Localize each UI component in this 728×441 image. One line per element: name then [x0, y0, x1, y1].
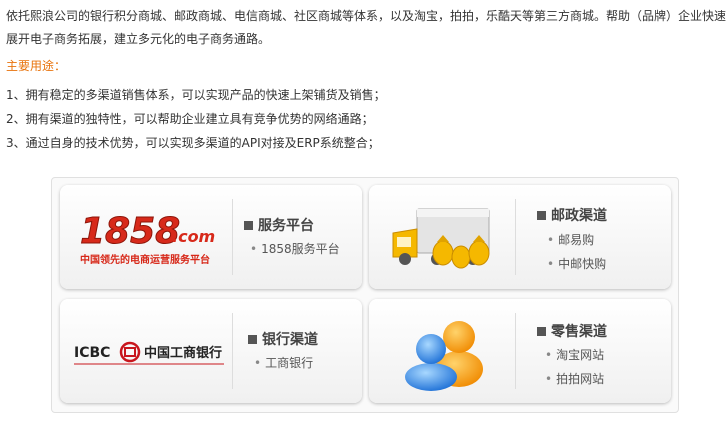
postal-channel-card[interactable]: 邮政渠道 • 邮易购 • 中邮快购	[369, 185, 671, 289]
dot-bullet-icon: •	[545, 348, 553, 362]
card-divider	[515, 313, 516, 389]
bank-link-icbc[interactable]: • 工商银行	[254, 354, 313, 371]
postal-channel-title: 邮政渠道	[537, 205, 607, 225]
postal-link-zhongyou[interactable]: • 中邮快购	[547, 255, 606, 272]
card-divider	[232, 313, 233, 389]
icbc-text: ICBC	[74, 345, 110, 361]
use-item: 2、拥有渠道的独特性，可以帮助企业建立具有竞争优势的网络通路；	[6, 112, 374, 126]
1858-logo: 1858 .com 中国领先的电商运营服务平台	[78, 205, 228, 267]
dot-bullet-icon: •	[250, 242, 258, 256]
bank-channel-card[interactable]: ICBC 中国工商银行 银行渠道 • 工商银行	[60, 299, 362, 403]
service-platform-link[interactable]: • 1858服务平台	[250, 240, 340, 257]
channels-panel: 1858 .com 中国领先的电商运营服务平台 服务平台 •1858服务平台	[51, 177, 679, 413]
postal-link-youyigou[interactable]: • 邮易购	[547, 231, 594, 248]
retail-link-paipai[interactable]: • 拍拍网站	[545, 370, 604, 387]
retail-link-taobao[interactable]: • 淘宝网站	[545, 346, 604, 363]
square-bullet-icon	[244, 221, 253, 230]
truck-icon	[387, 199, 499, 275]
use-item: 3、通过自身的技术优势，可以实现多渠道的API对接及ERP系统整合；	[6, 136, 380, 150]
use-item: 1、拥有稳定的多渠道销售体系，可以实现产品的快速上架铺货及销售；	[6, 88, 386, 102]
card-divider	[232, 199, 233, 275]
square-bullet-icon	[248, 335, 257, 344]
dot-bullet-icon: •	[547, 257, 555, 271]
icbc-logo: ICBC 中国工商银行	[74, 337, 234, 367]
main-uses-heading: 主要用途：	[6, 59, 67, 73]
icbc-cn-name: 中国工商银行	[144, 345, 222, 361]
retail-channel-title: 零售渠道	[537, 321, 607, 341]
bank-channel-title: 银行渠道	[248, 329, 318, 349]
dot-bullet-icon: •	[547, 233, 555, 247]
logo-suffix: .com	[172, 227, 215, 246]
service-platform-title: 服务平台	[244, 215, 314, 235]
retail-channel-card[interactable]: 零售渠道 • 淘宝网站 • 拍拍网站	[369, 299, 671, 403]
logo-number: 1858	[80, 211, 180, 252]
square-bullet-icon	[537, 211, 546, 220]
dot-bullet-icon: •	[545, 372, 553, 386]
dot-bullet-icon: •	[254, 356, 262, 370]
intro-paragraph: 依托熙浪公司的银行积分商城、邮政商城、电信商城、社区商城等体系，以及淘宝，拍拍，…	[6, 9, 727, 46]
square-bullet-icon	[537, 327, 546, 336]
users-icon	[401, 311, 491, 391]
card-divider	[515, 199, 516, 275]
logo-tagline: 中国领先的电商运营服务平台	[80, 253, 210, 266]
uses-list: 1、拥有稳定的多渠道销售体系，可以实现产品的快速上架铺货及销售； 2、拥有渠道的…	[6, 86, 386, 158]
service-platform-card[interactable]: 1858 .com 中国领先的电商运营服务平台 服务平台 • 1858服务平台	[60, 185, 362, 289]
